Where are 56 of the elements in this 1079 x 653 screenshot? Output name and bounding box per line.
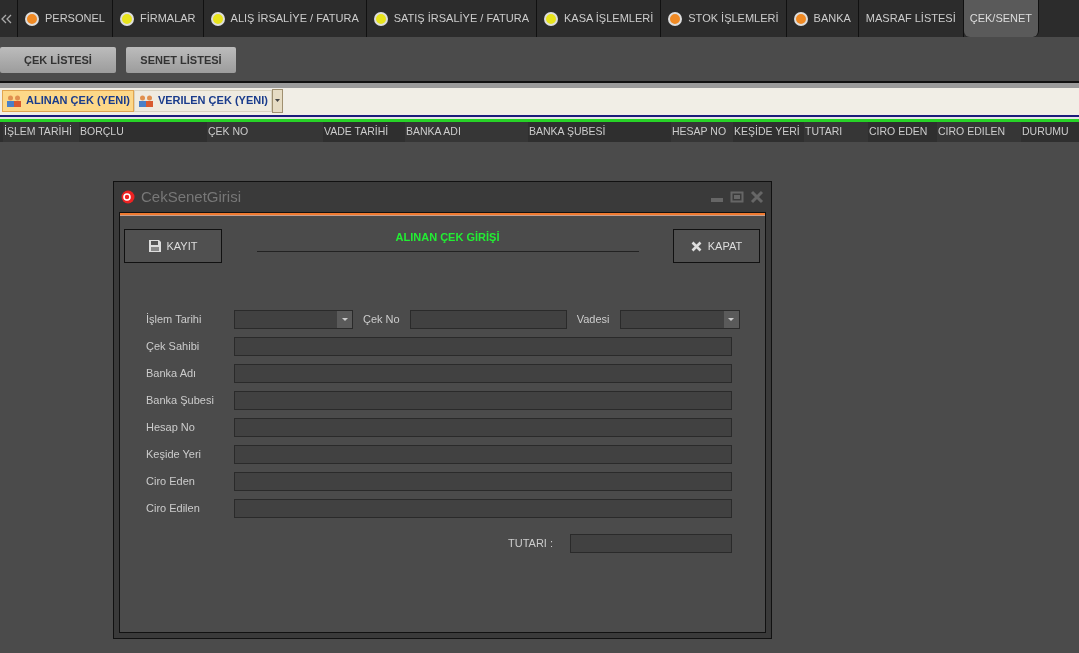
caret-icon <box>341 318 348 321</box>
column-header[interactable]: BANKA ADI <box>405 122 528 142</box>
tab[interactable]: ALINAN ÇEK (YENI) <box>2 89 134 112</box>
input-field[interactable] <box>409 310 567 329</box>
caret-icon <box>728 318 734 321</box>
nav-tab[interactable]: ALIŞ İRSALİYE / FATURA <box>203 0 367 37</box>
field-label: Banka Adı <box>146 366 198 382</box>
field-label: Banka Şubesi <box>146 393 215 409</box>
nav-tab[interactable]: SATIŞ İRSALİYE / FATURA <box>366 0 537 37</box>
field-label: Çek Sahibi <box>146 339 201 355</box>
field-label: Ciro Eden <box>146 474 196 490</box>
field-label: Vadesi <box>576 312 610 328</box>
form-heading: ALINAN ÇEK GİRİŞİ <box>395 230 500 245</box>
close-icon[interactable] <box>750 190 764 204</box>
field-label: Ciro Edilen <box>146 501 201 517</box>
input-field[interactable] <box>234 472 732 491</box>
input-field[interactable] <box>234 337 732 356</box>
input-field[interactable] <box>234 364 732 383</box>
column-header[interactable]: HESAP NO <box>671 122 733 142</box>
window-title: CekSenetGirisi <box>141 186 243 207</box>
total-field[interactable] <box>570 534 732 553</box>
nav-tab[interactable]: KASA İŞLEMLERİ <box>537 0 662 37</box>
chevron-icon[interactable] <box>0 13 12 24</box>
tab[interactable]: VERILEN ÇEK (YENI) <box>133 89 272 112</box>
list-button[interactable]: SENET LİSTESİ <box>126 47 236 73</box>
column-header[interactable]: ÇEK NO <box>207 122 323 142</box>
people-icon <box>6 93 22 108</box>
field-label: TUTARI : <box>508 536 553 552</box>
field-label: Çek No <box>363 312 400 328</box>
maximize-icon[interactable] <box>730 190 744 204</box>
column-header[interactable]: İŞLEM TARİHİ <box>3 122 79 142</box>
input-field[interactable] <box>234 418 732 437</box>
field-label: Hesap No <box>146 420 196 436</box>
nav-tab[interactable]: PERSONEL <box>18 0 113 37</box>
app-icon <box>121 190 135 204</box>
input-field[interactable] <box>234 499 732 518</box>
input-field[interactable] <box>234 445 732 464</box>
save-button[interactable]: KAYIT <box>124 229 222 263</box>
nav-tab[interactable]: MASRAF LİSTESİ <box>858 0 964 37</box>
close-button[interactable]: KAPAT <box>673 229 760 263</box>
date-dropdown[interactable] <box>619 310 740 329</box>
column-header[interactable]: CIRO EDILEN <box>937 122 1021 142</box>
people-icon <box>137 93 154 108</box>
field-label: Keşide Yeri <box>146 447 203 463</box>
nav-tab[interactable]: STOK İŞLEMLERİ <box>661 0 787 37</box>
caret-icon <box>274 99 280 102</box>
field-label: İşlem Tarihi <box>146 312 203 328</box>
nav-tab[interactable]: BANKA <box>786 0 859 37</box>
close-icon <box>690 240 702 252</box>
nav-tab[interactable]: FİRMALAR <box>112 0 204 37</box>
dropdown-button[interactable] <box>271 88 283 113</box>
column-header[interactable]: TUTARI <box>804 122 868 142</box>
list-button[interactable]: ÇEK LİSTESİ <box>0 47 116 73</box>
input-field[interactable] <box>234 391 732 410</box>
date-dropdown[interactable] <box>234 310 353 329</box>
nav-tab[interactable]: ÇEK/SENET <box>963 0 1040 37</box>
